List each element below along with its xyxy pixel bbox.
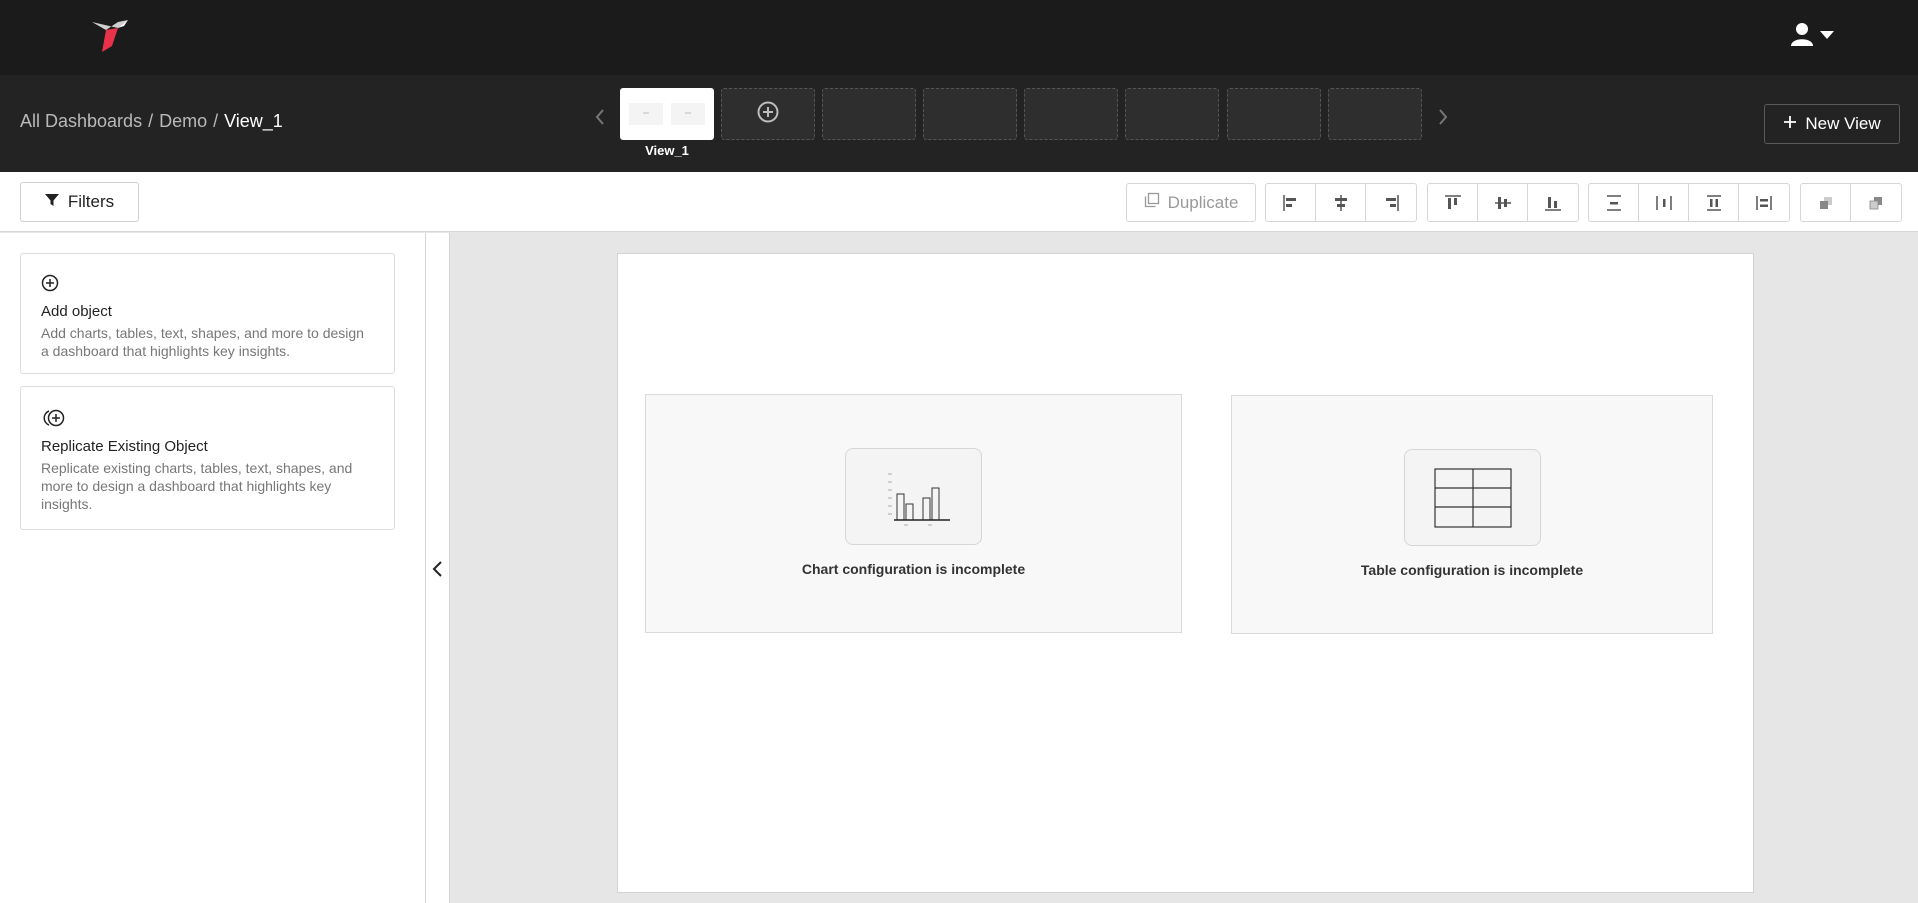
align-bottom-icon[interactable]	[1528, 184, 1578, 221]
horizontal-align-group	[1265, 183, 1417, 222]
distribute-horizontal-icon[interactable]	[1639, 184, 1689, 221]
breadcrumb: All Dashboards / Demo / View_1	[20, 111, 283, 132]
table-icon	[1404, 449, 1541, 546]
align-center-horizontal-icon[interactable]	[1316, 184, 1366, 221]
new-view-label: New View	[1805, 114, 1881, 133]
filters-button[interactable]: Filters	[20, 182, 139, 222]
widget-status-message: Table configuration is incomplete	[1360, 562, 1584, 578]
empty-view-slot	[923, 88, 1017, 140]
empty-view-slot	[822, 88, 916, 140]
object-panel: Add object Add charts, tables, text, sha…	[0, 233, 426, 903]
space-horizontal-icon[interactable]	[1739, 184, 1789, 221]
empty-view-slot	[1024, 88, 1118, 140]
breadcrumb-separator: /	[148, 111, 154, 131]
breadcrumb-current-view: View_1	[224, 111, 283, 131]
table-widget[interactable]: Table configuration is incomplete	[1231, 395, 1713, 634]
card-description: Replicate existing charts, tables, text,…	[41, 460, 353, 512]
align-top-icon[interactable]	[1428, 184, 1478, 221]
duplicate-label: Duplicate	[1167, 192, 1239, 212]
chevron-left-icon[interactable]	[592, 105, 608, 129]
new-view-button[interactable]: New View	[1764, 104, 1900, 144]
chart-widget[interactable]: Chart configuration is incomplete	[645, 394, 1182, 633]
user-menu[interactable]	[1790, 22, 1838, 50]
plus-circle-icon	[756, 100, 780, 129]
breadcrumb-all-dashboards[interactable]: All Dashboards	[20, 111, 142, 131]
empty-view-slot	[1328, 88, 1422, 140]
layer-order-group	[1800, 183, 1902, 222]
bar-chart-icon	[845, 448, 982, 545]
chevron-right-icon[interactable]	[1435, 105, 1451, 129]
dashboard-canvas[interactable]: Chart configuration is incomplete Table …	[617, 253, 1754, 893]
align-middle-icon[interactable]	[1478, 184, 1528, 221]
distribute-vertical-icon[interactable]	[1589, 184, 1639, 221]
breadcrumb-separator: /	[213, 111, 219, 131]
card-title: Add object	[41, 303, 112, 320]
widget-status-message: Chart configuration is incomplete	[801, 561, 1026, 577]
replicate-icon	[41, 409, 374, 432]
toolbar: Filters Duplicate	[0, 172, 1918, 232]
plus-icon	[1783, 114, 1797, 134]
distribute-group	[1588, 183, 1790, 222]
view-thumbnail-label: View_1	[645, 143, 689, 158]
top-bar	[0, 0, 1918, 75]
plus-circle-icon	[41, 274, 374, 297]
add-object-card[interactable]: Add object Add charts, tables, text, sha…	[20, 253, 395, 374]
view-bar: All Dashboards / Demo / View_1 View_1 Ne…	[0, 75, 1918, 172]
card-description: Add charts, tables, text, shapes, and mo…	[41, 325, 364, 359]
chevron-left-icon[interactable]	[430, 559, 446, 579]
panel-collapse-strip	[425, 233, 450, 903]
duplicate-icon	[1144, 192, 1160, 213]
align-left-icon[interactable]	[1266, 184, 1316, 221]
replicate-object-card[interactable]: Replicate Existing Object Replicate exis…	[20, 386, 395, 530]
filters-label: Filters	[67, 192, 115, 211]
bring-to-front-icon[interactable]	[1801, 184, 1851, 221]
filter-icon	[44, 192, 59, 212]
user-icon	[1790, 22, 1814, 51]
vertical-align-group	[1427, 183, 1579, 222]
duplicate-button[interactable]: Duplicate	[1126, 183, 1256, 222]
space-vertical-icon[interactable]	[1689, 184, 1739, 221]
view-thumbnail-active[interactable]	[620, 88, 714, 140]
empty-view-slot	[1125, 88, 1219, 140]
send-to-back-icon[interactable]	[1851, 184, 1901, 221]
caret-down-icon	[1820, 27, 1834, 45]
add-view-thumbnail[interactable]	[721, 88, 815, 140]
hummingbird-logo-icon[interactable]	[88, 16, 134, 56]
breadcrumb-dashboard[interactable]: Demo	[159, 111, 207, 131]
card-title: Replicate Existing Object	[41, 438, 208, 455]
empty-view-slot	[1227, 88, 1321, 140]
align-right-icon[interactable]	[1366, 184, 1416, 221]
